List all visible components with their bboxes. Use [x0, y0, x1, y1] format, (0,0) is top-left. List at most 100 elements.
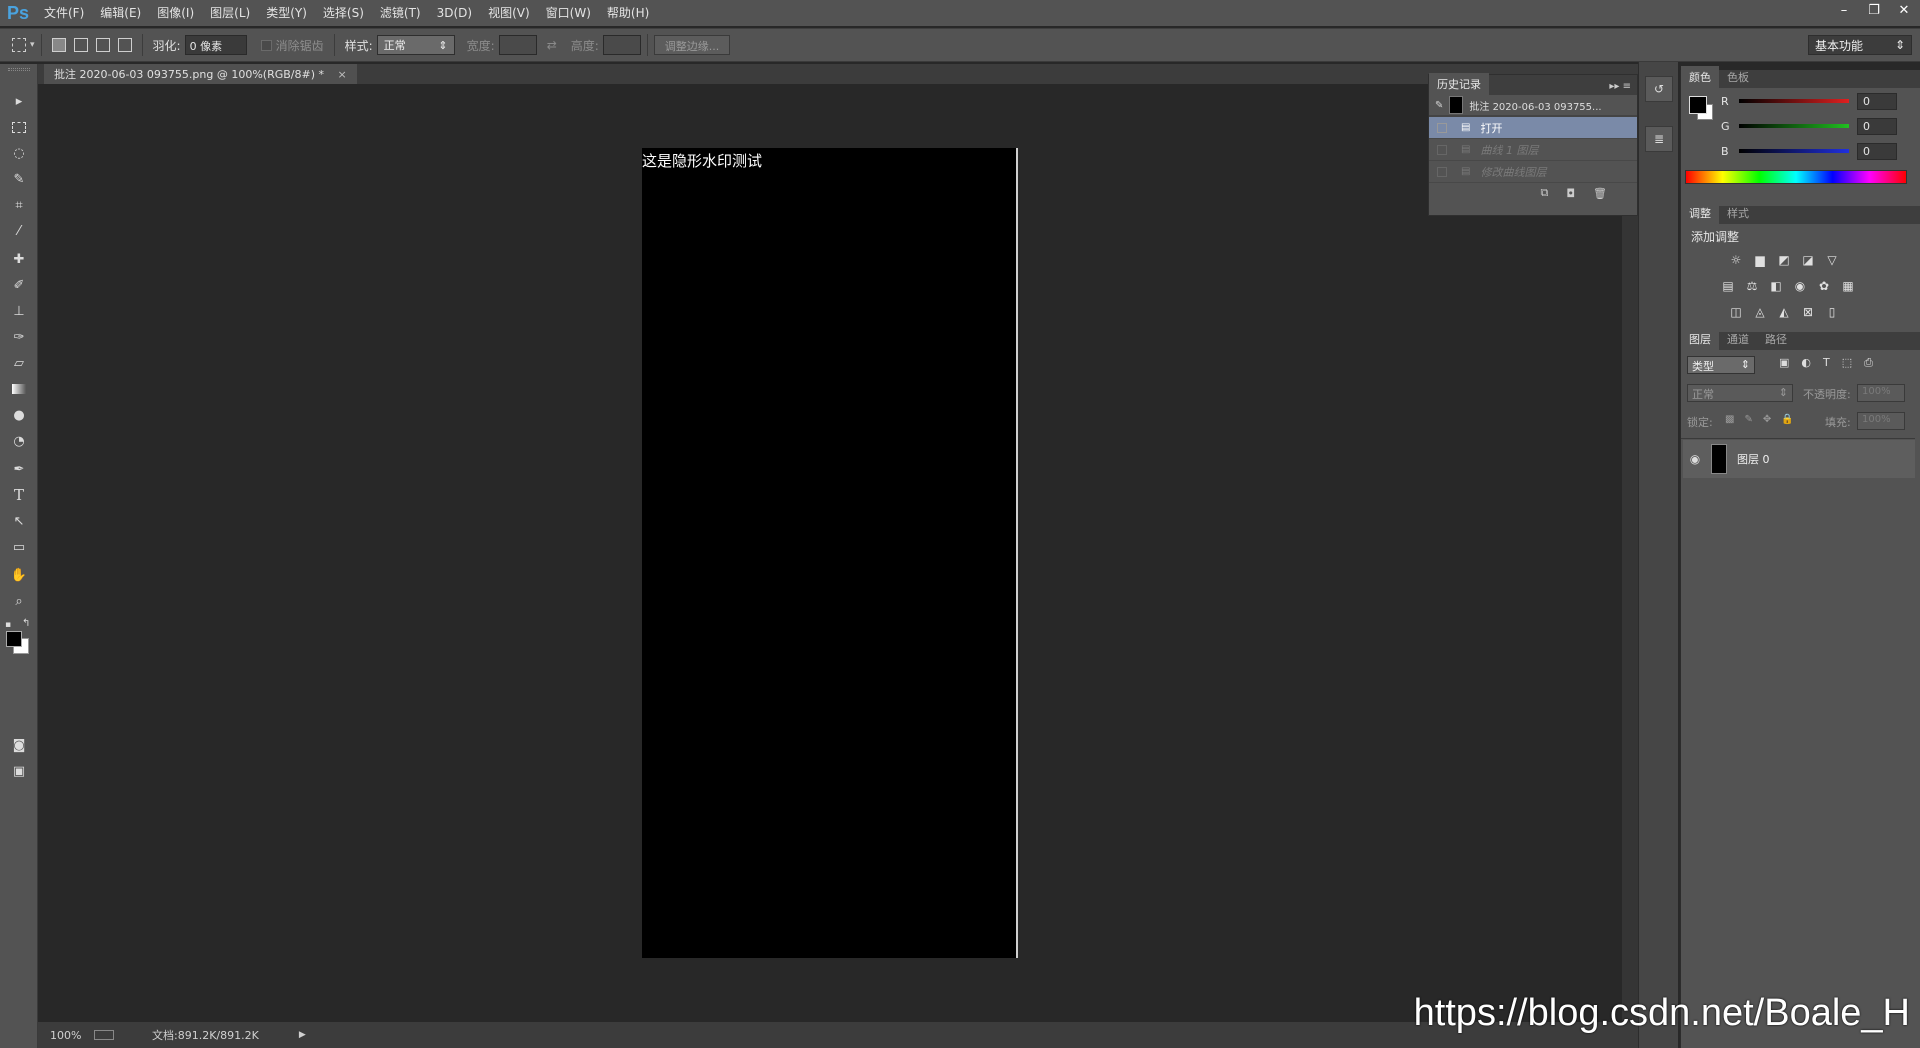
history-source-box[interactable]: [1437, 166, 1447, 177]
menu-item[interactable]: 类型(Y): [258, 0, 315, 26]
close-button[interactable]: ✕: [1896, 3, 1912, 18]
eraser-tool-icon[interactable]: ▱: [7, 352, 31, 374]
foreground-color-swatch[interactable]: [1689, 96, 1707, 114]
crop-tool-icon[interactable]: ⌗: [7, 194, 31, 216]
trash-icon[interactable]: 🗑: [1593, 187, 1607, 200]
blue-value[interactable]: 0: [1857, 142, 1897, 160]
menu-item[interactable]: 窗口(W): [538, 0, 599, 26]
brush-tool-icon[interactable]: ✐: [7, 274, 31, 296]
zoom-tool-icon[interactable]: ⌕: [7, 590, 31, 612]
history-item[interactable]: ▤ 曲线 1 图层: [1429, 139, 1637, 161]
pen-tool-icon[interactable]: ✒: [7, 458, 31, 480]
tab-color[interactable]: 颜色: [1681, 66, 1719, 88]
refine-edge-button[interactable]: 调整边缘...: [653, 35, 731, 55]
default-colors-icon[interactable]: ▪: [5, 620, 11, 630]
history-source-box[interactable]: [1437, 144, 1447, 155]
posterize-icon[interactable]: ◬: [1751, 304, 1769, 320]
properties-panel-icon[interactable]: ≣: [1645, 126, 1673, 152]
green-slider[interactable]: G 0: [1721, 115, 1897, 137]
new-selection-icon[interactable]: [51, 38, 66, 52]
close-tab-icon[interactable]: ×: [338, 68, 347, 81]
marquee-tool-icon[interactable]: [12, 38, 26, 52]
quick-selection-tool-icon[interactable]: ✎: [7, 168, 31, 190]
subtract-selection-icon[interactable]: [95, 38, 110, 52]
menu-item[interactable]: 图层(L): [202, 0, 258, 26]
blue-track[interactable]: [1739, 149, 1849, 153]
exposure-icon[interactable]: ◪: [1799, 252, 1817, 268]
healing-brush-tool-icon[interactable]: ✚: [7, 248, 31, 270]
blue-slider[interactable]: B 0: [1721, 140, 1897, 162]
lock-image-icon[interactable]: ✎: [1744, 414, 1752, 425]
color-balance-icon[interactable]: ⚖: [1743, 278, 1761, 294]
hue-sat-icon[interactable]: ▤: [1719, 278, 1737, 294]
history-panel-icon[interactable]: ↺: [1645, 76, 1673, 102]
tab-swatches[interactable]: 色板: [1719, 66, 1757, 88]
panel-grip[interactable]: [8, 68, 30, 71]
menu-item[interactable]: 帮助(H): [599, 0, 657, 26]
camera-icon[interactable]: ◘: [1566, 187, 1575, 200]
foreground-color-swatch[interactable]: [6, 631, 22, 647]
document-image[interactable]: 这是隐形水印测试: [642, 148, 1018, 958]
blend-mode-select[interactable]: 正常 ⇕: [1687, 384, 1793, 402]
feather-input[interactable]: 0 像素: [184, 35, 247, 55]
lock-transparent-icon[interactable]: ▩: [1725, 414, 1734, 425]
brightness-icon[interactable]: ☼: [1727, 252, 1745, 268]
type-filter-icon[interactable]: T: [1823, 356, 1830, 370]
rectangle-tool-icon[interactable]: ▭: [7, 536, 31, 558]
tab-history[interactable]: 历史记录: [1429, 73, 1489, 95]
history-brush-source-icon[interactable]: ✎: [1435, 100, 1443, 111]
adjustment-filter-icon[interactable]: ◐: [1801, 356, 1811, 370]
path-selection-tool-icon[interactable]: ↖: [7, 510, 31, 532]
type-tool-icon[interactable]: T: [7, 484, 31, 506]
workspace-select[interactable]: 基本功能 ⇕: [1808, 35, 1912, 55]
panel-menu-icon[interactable]: ▸▸ ≡: [1603, 78, 1637, 95]
menu-item[interactable]: 编辑(E): [92, 0, 149, 26]
vertical-scrollbar[interactable]: [1622, 84, 1638, 1022]
image-filter-icon[interactable]: ▣: [1779, 356, 1789, 370]
swap-colors-icon[interactable]: ↰: [22, 618, 30, 629]
hand-tool-icon[interactable]: ✋: [7, 564, 31, 586]
red-track[interactable]: [1739, 99, 1849, 103]
shape-filter-icon[interactable]: ⬚: [1842, 356, 1852, 370]
opacity-input[interactable]: 100%: [1857, 384, 1905, 402]
chevron-down-icon[interactable]: ▾: [30, 40, 35, 50]
history-source-box[interactable]: [1437, 122, 1447, 133]
menu-item[interactable]: 文件(F): [36, 0, 92, 26]
swap-icon[interactable]: ⇄: [547, 38, 557, 52]
green-track[interactable]: [1739, 124, 1849, 128]
menu-item[interactable]: 视图(V): [480, 0, 538, 26]
move-tool-icon[interactable]: ▸: [7, 90, 31, 112]
menu-item[interactable]: 3D(D): [429, 0, 480, 26]
channel-mixer-icon[interactable]: ✿: [1815, 278, 1833, 294]
color-spectrum-bar[interactable]: [1685, 170, 1907, 184]
gradient-map-icon[interactable]: ▯: [1823, 304, 1841, 320]
layer-name[interactable]: 图层 0: [1737, 451, 1770, 467]
curves-icon[interactable]: ◩: [1775, 252, 1793, 268]
lasso-tool-icon[interactable]: ◌: [7, 142, 31, 164]
clone-stamp-tool-icon[interactable]: ⊥: [7, 300, 31, 322]
menu-item[interactable]: 选择(S): [315, 0, 372, 26]
history-snapshot[interactable]: ✎ 批注 2020-06-03 093755...: [1429, 95, 1637, 117]
photo-filter-icon[interactable]: ◉: [1791, 278, 1809, 294]
fill-input[interactable]: 100%: [1857, 412, 1905, 430]
antialias-checkbox[interactable]: [260, 39, 272, 51]
eye-icon[interactable]: ◉: [1683, 452, 1707, 466]
height-input[interactable]: [602, 35, 641, 55]
smart-object-filter-icon[interactable]: ⎙: [1864, 356, 1873, 370]
history-item[interactable]: ▤ 修改曲线图层: [1429, 161, 1637, 183]
document-tab[interactable]: 批注 2020-06-03 093755.png @ 100%(RGB/8#) …: [44, 64, 357, 84]
selective-color-icon[interactable]: ⊠: [1799, 304, 1817, 320]
blur-tool-icon[interactable]: ●: [7, 404, 31, 426]
history-brush-tool-icon[interactable]: ✑: [7, 326, 31, 348]
history-item[interactable]: ▤ 打开: [1429, 117, 1637, 139]
lock-position-icon[interactable]: ✥: [1763, 414, 1771, 425]
red-slider[interactable]: R 0: [1721, 90, 1897, 112]
menu-item[interactable]: 图像(I): [149, 0, 202, 26]
marquee-tool-icon[interactable]: [7, 116, 31, 138]
dodge-tool-icon[interactable]: ◔: [7, 430, 31, 452]
play-arrow-icon[interactable]: ▶: [299, 1030, 306, 1040]
green-value[interactable]: 0: [1857, 117, 1897, 135]
eyedropper-tool-icon[interactable]: ⁄: [7, 220, 31, 242]
menu-item[interactable]: 滤镜(T): [372, 0, 429, 26]
invert-icon[interactable]: ◫: [1727, 304, 1745, 320]
